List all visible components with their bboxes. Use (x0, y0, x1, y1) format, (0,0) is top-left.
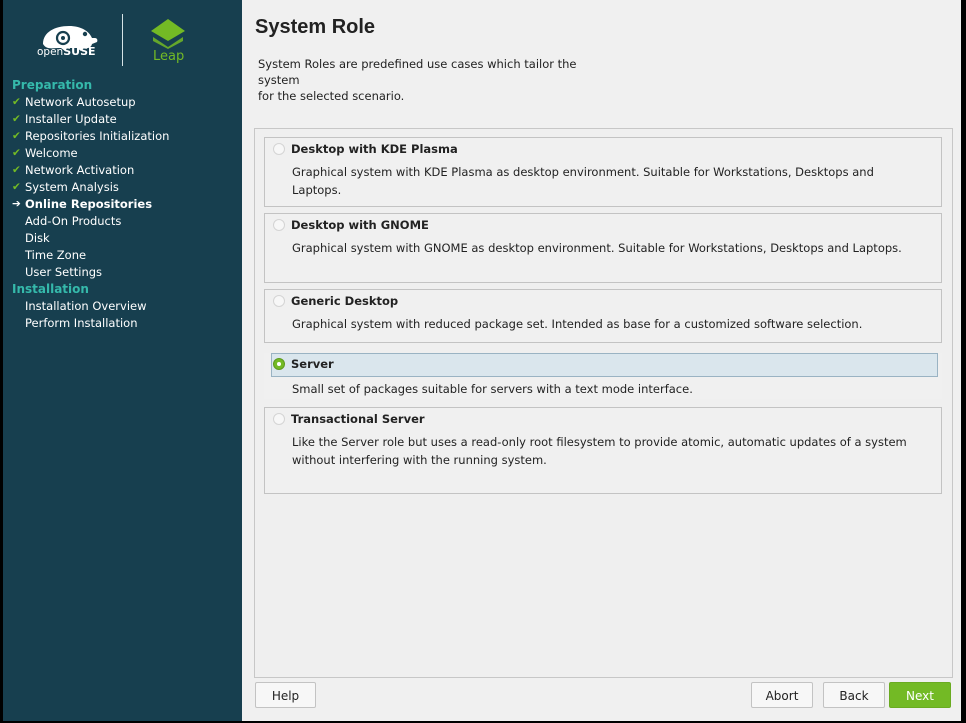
leap-wordmark: Leap (153, 49, 185, 64)
step-disk: Disk (25, 231, 50, 245)
step-user-settings: User Settings (25, 265, 103, 279)
role-name: Generic Desktop (291, 294, 399, 308)
step-network-activation: ✔ Network Activation (12, 163, 135, 177)
role-description: Graphical system with KDE Plasma as desk… (292, 165, 874, 197)
role-name: Desktop with KDE Plasma (291, 142, 458, 156)
step-perform-installation: Perform Installation (25, 316, 138, 330)
page-title: System Role (255, 16, 376, 38)
arrow-right-icon: ➔ (12, 198, 21, 210)
page-description: System Roles are predefined use cases wh… (258, 57, 577, 103)
step-network-autosetup: ✔ Network Autosetup (12, 95, 136, 109)
role-server[interactable]: Server Small set of packages suitable fo… (264, 353, 942, 399)
role-description: Graphical system with GNOME as desktop e… (292, 241, 902, 255)
step-repositories-initialization: ✔ Repositories Initialization (12, 129, 170, 143)
role-name: Desktop with GNOME (291, 218, 429, 232)
section-preparation: Preparation (12, 78, 93, 92)
abort-button[interactable]: Abort (751, 682, 813, 708)
role-description: Small set of packages suitable for serve… (292, 382, 693, 396)
role-header-selected[interactable]: Server (271, 353, 938, 377)
step-welcome: ✔ Welcome (12, 146, 78, 160)
next-button[interactable]: Next (889, 682, 951, 708)
radio-button[interactable] (273, 143, 285, 155)
logo-divider (122, 14, 123, 66)
role-description: Graphical system with reduced package se… (292, 317, 863, 331)
checkmark-icon: ✔ (12, 113, 21, 125)
radio-button-selected[interactable] (273, 358, 285, 370)
role-header[interactable]: Desktop with GNOME (265, 214, 941, 236)
role-header[interactable]: Desktop with KDE Plasma (265, 138, 941, 160)
radio-button[interactable] (273, 219, 285, 231)
role-description: Like the Server role but uses a read-onl… (292, 435, 907, 467)
step-installer-update: ✔ Installer Update (12, 112, 117, 126)
role-name: Server (291, 357, 334, 371)
help-button[interactable]: Help (255, 682, 316, 708)
radio-button[interactable] (273, 295, 285, 307)
opensuse-wordmark: openSUSE (37, 45, 96, 58)
system-roles-list: Desktop with KDE Plasma Graphical system… (254, 128, 953, 678)
role-desktop-gnome[interactable]: Desktop with GNOME Graphical system with… (264, 213, 942, 283)
step-time-zone: Time Zone (25, 248, 87, 262)
checkmark-icon: ✔ (12, 147, 21, 159)
step-installation-overview: Installation Overview (25, 299, 147, 313)
role-header[interactable]: Generic Desktop (265, 290, 941, 312)
leap-logo (151, 19, 185, 49)
installer-window: openSUSE Leap Preparation ✔ Network Autos… (3, 0, 961, 721)
main-content: System Role System Roles are predefined … (242, 0, 961, 721)
back-button[interactable]: Back (823, 682, 885, 708)
checkmark-icon: ✔ (12, 130, 21, 142)
logo-area: openSUSE Leap (3, 0, 242, 76)
sidebar: openSUSE Leap Preparation ✔ Network Autos… (3, 0, 242, 721)
checkmark-icon: ✔ (12, 96, 21, 108)
step-online-repositories: ➔ Online Repositories (12, 197, 153, 211)
role-transactional-server[interactable]: Transactional Server Like the Server rol… (264, 407, 942, 494)
step-add-on-products: Add-On Products (25, 214, 122, 228)
section-installation: Installation (12, 282, 89, 296)
radio-button[interactable] (273, 413, 285, 425)
role-header[interactable]: Transactional Server (265, 408, 941, 430)
role-desktop-kde[interactable]: Desktop with KDE Plasma Graphical system… (264, 137, 942, 207)
checkmark-icon: ✔ (12, 181, 21, 193)
checkmark-icon: ✔ (12, 164, 21, 176)
installation-steps: Preparation ✔ Network Autosetup ✔ Installe… (12, 77, 242, 332)
step-system-analysis: ✔ System Analysis (12, 180, 119, 194)
role-generic-desktop[interactable]: Generic Desktop Graphical system with re… (264, 289, 942, 343)
role-name: Transactional Server (291, 412, 425, 426)
